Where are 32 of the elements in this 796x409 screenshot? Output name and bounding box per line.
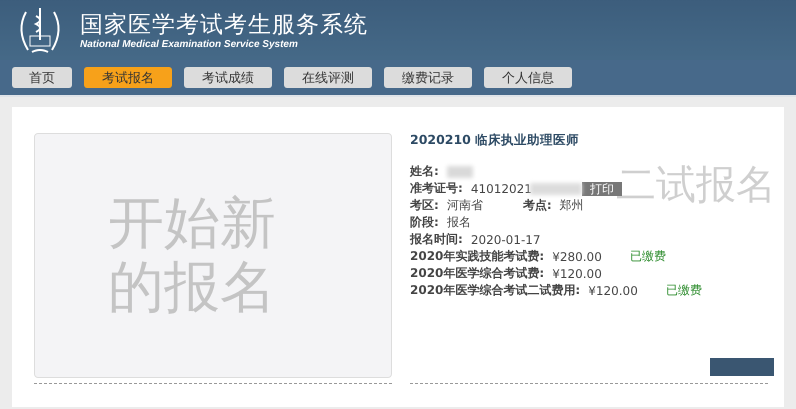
- nav-tab[interactable]: 缴费记录: [384, 67, 472, 88]
- field-label: 准考证号:: [410, 180, 463, 197]
- field-value: 报名: [446, 214, 471, 231]
- redaction-blur: [530, 182, 582, 194]
- field-label: 2020年医学综合考试二试费用:: [410, 282, 580, 299]
- field-label: 2020年实践技能考试费:: [410, 248, 544, 265]
- paid-status: 已缴费: [666, 282, 702, 299]
- nav-tab[interactable]: 首页: [12, 67, 72, 88]
- field-label: 姓名:: [410, 163, 439, 180]
- system-subtitle: National Medical Examination Service System: [80, 38, 299, 50]
- field-value: 河南省: [446, 197, 483, 214]
- nav-tab[interactable]: 在线评测: [284, 67, 372, 88]
- registration-title: 2020210 临床执业助理医师: [410, 132, 580, 149]
- field-value: ¥280.00: [552, 250, 602, 264]
- field-label: 考点:: [522, 197, 552, 214]
- field-value: 41012021: [470, 182, 532, 196]
- print-button[interactable]: 打印: [582, 182, 622, 196]
- nav-tab[interactable]: 个人信息: [484, 67, 572, 88]
- nav-tab[interactable]: 考试成绩: [184, 67, 272, 88]
- field-label: 阶段:: [410, 214, 439, 231]
- field-label: 考区:: [410, 197, 439, 214]
- nav-tab[interactable]: 考试报名: [84, 67, 172, 88]
- redaction-blur: [446, 166, 473, 178]
- field-value: ¥120.00: [588, 284, 638, 298]
- field-value: 2020-01-17: [470, 232, 541, 246]
- field-value: ¥120.00: [552, 266, 602, 280]
- paid-status: 已缴费: [630, 248, 666, 265]
- field-value: 郑州: [560, 197, 584, 214]
- field-label: 报名时间:: [410, 231, 463, 248]
- system-title: 国家医学考试考生服务系统: [80, 10, 368, 38]
- field-label: 2020年医学综合考试费:: [410, 265, 544, 282]
- action-button[interactable]: [710, 358, 774, 376]
